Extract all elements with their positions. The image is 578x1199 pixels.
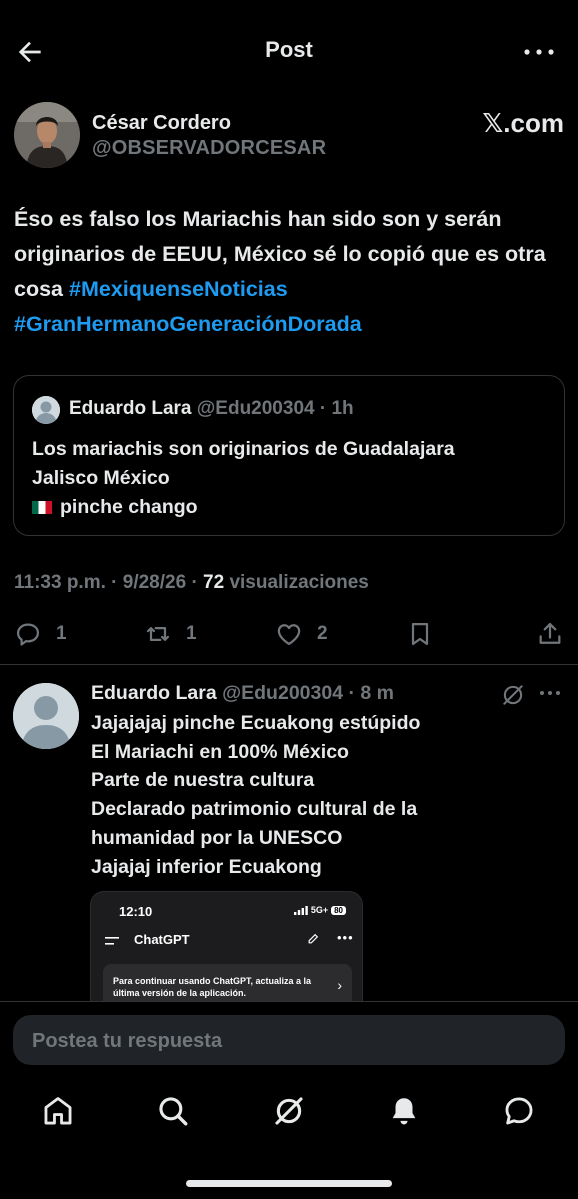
reply-line: Parte de nuestra cultura (91, 769, 315, 792)
reply-line: El Mariachi en 100% México (91, 740, 349, 763)
attached-update-banner: Para continuar usando ChatGPT, actualiza… (103, 964, 352, 1002)
reply-input[interactable]: Postea tu respuesta (13, 1015, 565, 1065)
attached-banner-text: Para continuar usando ChatGPT, actualiza… (113, 976, 312, 998)
search-icon[interactable] (156, 1094, 190, 1128)
author-avatar[interactable] (14, 102, 80, 168)
mexico-flag-icon (32, 501, 52, 514)
menu-icon (105, 937, 119, 945)
quote-line: pinche chango (60, 496, 198, 518)
signal-icon (293, 905, 308, 915)
share-icon (539, 622, 561, 644)
attached-network: 5G+ (310, 905, 329, 915)
quote-author-handle: @Edu200304 · 1h (196, 398, 354, 419)
home-icon[interactable] (41, 1094, 75, 1128)
repost-button[interactable]: 1 (144, 620, 197, 648)
reply-icon (16, 623, 40, 646)
more-icon: ••• (337, 930, 354, 945)
bookmark-icon (411, 622, 429, 646)
quote-text: Los mariachis son originarios de Guadala… (32, 435, 552, 522)
hashtag-link[interactable]: #MexiquenseNoticias (69, 277, 288, 301)
post-actions: 1 1 2 (0, 612, 578, 656)
post-timestamp: 11:33 p.m. · 9/28/26 · (14, 572, 204, 593)
attached-status-time: 12:10 (119, 904, 153, 919)
bottom-nav (0, 1078, 578, 1199)
view-count: 72 (203, 572, 225, 593)
repost-icon (146, 627, 170, 641)
attached-battery: 80 (331, 905, 346, 915)
attached-status-bar: 5G+ 80 (293, 905, 346, 915)
reply-line: humanidad por la UNESCO (91, 826, 343, 849)
compose-bar: Postea tu respuesta (0, 1001, 578, 1077)
grok-icon[interactable] (500, 682, 526, 708)
xcom-watermark: 𝕏.com (482, 108, 564, 138)
reply-count: 1 (56, 623, 67, 644)
more-icon[interactable] (538, 686, 562, 700)
page-title: Post (265, 37, 313, 62)
post-meta: 11:33 p.m. · 9/28/26 · 72 visualizacione… (14, 572, 369, 594)
reply-avatar[interactable] (13, 683, 79, 749)
more-icon[interactable] (522, 40, 556, 64)
reply-button[interactable]: 1 (14, 620, 67, 648)
quote-line: Jalisco México (32, 467, 170, 489)
chevron-right-icon: › (337, 977, 342, 993)
reply-line: Jajajajaj pinche Ecuakong estúpido (91, 712, 421, 734)
author-name[interactable]: César Cordero (92, 112, 231, 135)
like-icon (277, 624, 301, 646)
divider (0, 664, 578, 665)
repost-count: 1 (186, 623, 197, 644)
like-button[interactable]: 2 (275, 620, 328, 648)
view-label: visualizaciones (224, 572, 369, 593)
post-text: Éso es falso los Mariachis han sido son … (14, 202, 564, 342)
home-indicator (186, 1180, 392, 1187)
quote-line: Los mariachis son originarios de Guadala… (32, 438, 455, 460)
grok-icon[interactable] (272, 1094, 306, 1128)
reply-input-placeholder: Postea tu respuesta (32, 1030, 223, 1052)
reply-author-handle: @Edu200304 · 8 m (222, 682, 394, 704)
attached-app-title: ChatGPT (134, 932, 190, 947)
bookmark-button[interactable] (406, 620, 434, 648)
author-handle[interactable]: @OBSERVADORCESAR (92, 137, 326, 160)
hashtag-link[interactable]: #GranHermanoGeneraciónDorada (14, 312, 362, 336)
top-bar: Post (0, 0, 578, 100)
attached-image[interactable]: 12:10 5G+ 80 ChatGPT ••• Para continuar … (90, 891, 363, 1003)
quoted-post[interactable]: Eduardo Lara @Edu200304 · 1h Los mariach… (13, 375, 565, 536)
edit-icon (308, 933, 319, 944)
reply-author-name[interactable]: Eduardo Lara (91, 682, 217, 704)
reply-line: Jajajaj inferior Ecuakong (91, 855, 322, 878)
reply-line: Declarado patrimonio cultural de la (91, 798, 418, 821)
quote-header: Eduardo Lara @Edu200304 · 1h (69, 398, 354, 420)
quote-author-name: Eduardo Lara (69, 398, 192, 419)
reply-text: Jajajajaj pinche Ecuakong estúpido El Ma… (91, 709, 561, 881)
reply-header: Eduardo Lara @Edu200304 · 8 m (91, 682, 394, 705)
messages-icon[interactable] (502, 1094, 536, 1128)
post-author: César Cordero @OBSERVADORCESAR 𝕏.com (14, 102, 564, 172)
notifications-icon[interactable] (387, 1094, 421, 1128)
quote-avatar (32, 396, 60, 424)
like-count: 2 (317, 623, 328, 644)
share-button[interactable] (536, 620, 564, 648)
